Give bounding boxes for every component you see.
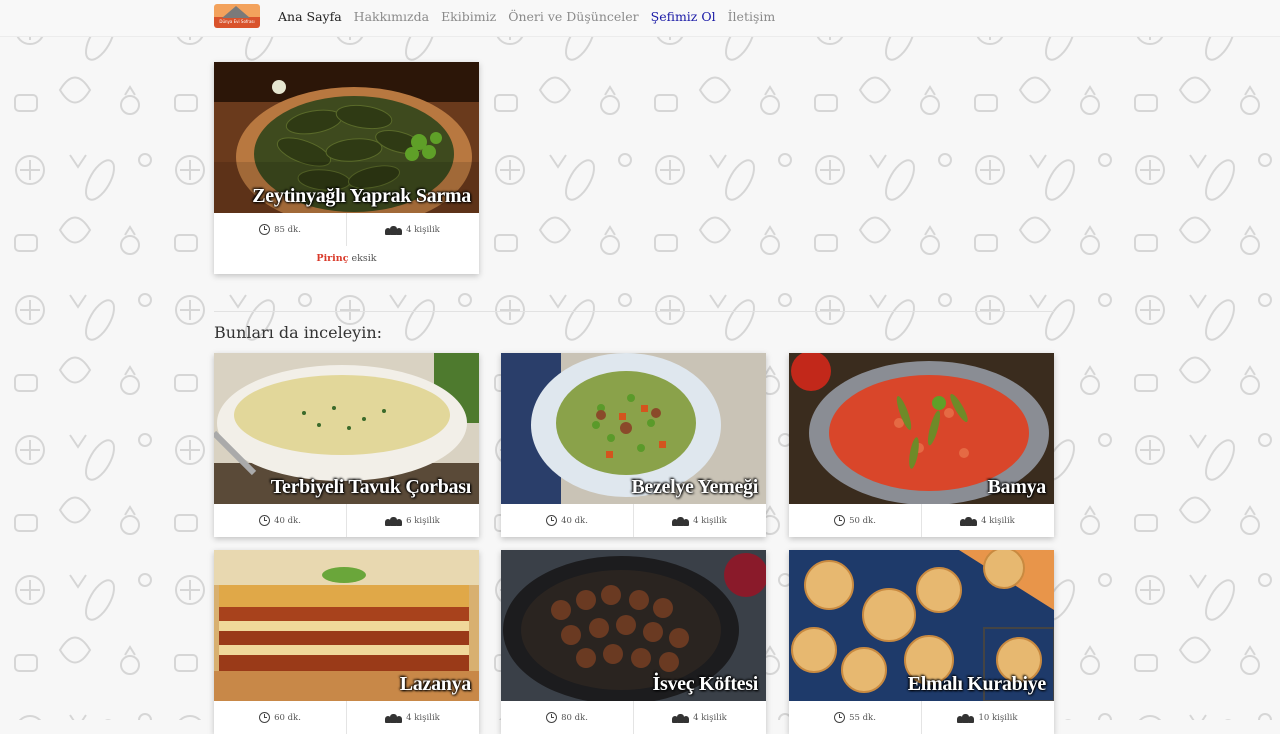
clock-icon xyxy=(259,515,271,526)
prep-time: 40 dk. xyxy=(214,504,346,537)
prep-time-value: 80 dk. xyxy=(561,712,588,723)
servings: 4 kişilik xyxy=(921,504,1054,537)
missing-ingredient: Pirinç xyxy=(316,253,349,264)
clock-icon xyxy=(834,515,846,526)
recipe-card[interactable]: Terbiyeli Tavuk Çorbası 40 dk. 6 kişilik xyxy=(214,353,479,537)
nav-item-about[interactable]: Hakkımızda xyxy=(354,9,429,24)
suggestions-heading: Bunları da inceleyin: xyxy=(214,323,383,342)
servings: 4 kişilik xyxy=(633,701,766,734)
people-icon xyxy=(672,516,690,526)
prep-time: 85 dk. xyxy=(214,213,346,246)
people-icon xyxy=(385,516,403,526)
recipe-photo: Terbiyeli Tavuk Çorbası xyxy=(214,353,479,504)
recipe-meta: 60 dk. 4 kişilik xyxy=(214,701,479,734)
prep-time-value: 40 dk. xyxy=(274,515,301,526)
servings-value: 4 kişilik xyxy=(693,515,727,526)
top-navbar: Dünya Evi Sofrası Ana Sayfa Hakkımızda E… xyxy=(0,0,1280,37)
missing-label: eksik xyxy=(351,253,377,264)
servings-value: 10 kişilik xyxy=(978,712,1018,723)
clock-icon xyxy=(834,712,846,723)
clock-icon xyxy=(259,712,271,723)
nav-item-team[interactable]: Ekibimiz xyxy=(441,9,496,24)
recipe-photo: Bamya xyxy=(789,353,1054,504)
people-icon xyxy=(385,225,403,235)
servings: 4 kişilik xyxy=(633,504,766,537)
recipe-card[interactable]: Bezelye Yemeği 40 dk. 4 kişilik xyxy=(501,353,766,537)
prep-time-value: 40 dk. xyxy=(561,515,588,526)
nav-menu: Ana Sayfa Hakkımızda Ekibimiz Öneri ve D… xyxy=(278,9,775,24)
prep-time: 40 dk. xyxy=(501,504,633,537)
recipe-meta: 40 dk. 4 kişilik xyxy=(501,504,766,537)
servings: 4 kişilik xyxy=(346,213,479,246)
servings: 6 kişilik xyxy=(346,504,479,537)
recipe-title: Zeytinyağlı Yaprak Sarma xyxy=(252,185,471,207)
recipe-card[interactable]: Lazanya 60 dk. 4 kişilik xyxy=(214,550,479,734)
recipe-meta: 80 dk. 4 kişilik xyxy=(501,701,766,734)
prep-time: 60 dk. xyxy=(214,701,346,734)
mountain-logo-icon xyxy=(222,6,250,18)
servings: 4 kişilik xyxy=(346,701,479,734)
people-icon xyxy=(672,713,690,723)
recipe-photo: Bezelye Yemeği xyxy=(501,353,766,504)
recipe-card[interactable]: Elmalı Kurabiye 55 dk. 10 kişilik xyxy=(789,550,1054,734)
recipe-meta: 40 dk. 6 kişilik xyxy=(214,504,479,537)
recipe-title: Elmalı Kurabiye xyxy=(907,673,1047,695)
people-icon xyxy=(960,516,978,526)
featured-recipe-card[interactable]: Zeytinyağlı Yaprak Sarma 85 dk. 4 kişili… xyxy=(214,62,479,274)
prep-time: 55 dk. xyxy=(789,701,921,734)
missing-ingredient-note: Pirinç eksik xyxy=(214,253,479,264)
recipe-card[interactable]: Bamya 50 dk. 4 kişilik xyxy=(789,353,1054,537)
servings: 10 kişilik xyxy=(921,701,1054,734)
recipe-title: Bamya xyxy=(987,476,1046,498)
servings-value: 4 kişilik xyxy=(406,712,440,723)
prep-time: 80 dk. xyxy=(501,701,633,734)
recipe-photo: Zeytinyağlı Yaprak Sarma xyxy=(214,62,479,213)
recipe-meta: 50 dk. 4 kişilik xyxy=(789,504,1054,537)
servings-value: 4 kişilik xyxy=(981,515,1015,526)
prep-time-value: 85 dk. xyxy=(274,224,301,235)
nav-item-become-chef[interactable]: Şefimiz Ol xyxy=(651,9,716,24)
clock-icon xyxy=(259,224,271,235)
prep-time-value: 60 dk. xyxy=(274,712,301,723)
nav-item-feedback[interactable]: Öneri ve Düşünceler xyxy=(508,9,638,24)
recipe-title: İsveç Köftesi xyxy=(652,673,758,695)
people-icon xyxy=(385,713,403,723)
section-divider xyxy=(214,311,1054,312)
recipe-meta: 85 dk. 4 kişilik xyxy=(214,213,479,246)
recipe-card[interactable]: İsveç Köftesi 80 dk. 4 kişilik xyxy=(501,550,766,734)
prep-time-value: 50 dk. xyxy=(849,515,876,526)
nav-item-home[interactable]: Ana Sayfa xyxy=(278,9,342,24)
prep-time-value: 55 dk. xyxy=(849,712,876,723)
site-logo[interactable]: Dünya Evi Sofrası xyxy=(214,4,260,28)
prep-time: 50 dk. xyxy=(789,504,921,537)
nav-item-contact[interactable]: İletişim xyxy=(728,9,776,24)
servings-value: 4 kişilik xyxy=(406,224,440,235)
recipe-photo: Elmalı Kurabiye xyxy=(789,550,1054,701)
servings-value: 4 kişilik xyxy=(693,712,727,723)
recipe-title: Bezelye Yemeği xyxy=(631,476,758,498)
recipe-title: Lazanya xyxy=(399,673,472,695)
clock-icon xyxy=(546,712,558,723)
recipe-photo: İsveç Köftesi xyxy=(501,550,766,701)
recipe-meta: 55 dk. 10 kişilik xyxy=(789,701,1054,734)
servings-value: 6 kişilik xyxy=(406,515,440,526)
recipe-photo: Lazanya xyxy=(214,550,479,701)
logo-text: Dünya Evi Sofrası xyxy=(219,19,255,24)
clock-icon xyxy=(546,515,558,526)
people-icon xyxy=(957,713,975,723)
recipe-title: Terbiyeli Tavuk Çorbası xyxy=(270,476,472,498)
